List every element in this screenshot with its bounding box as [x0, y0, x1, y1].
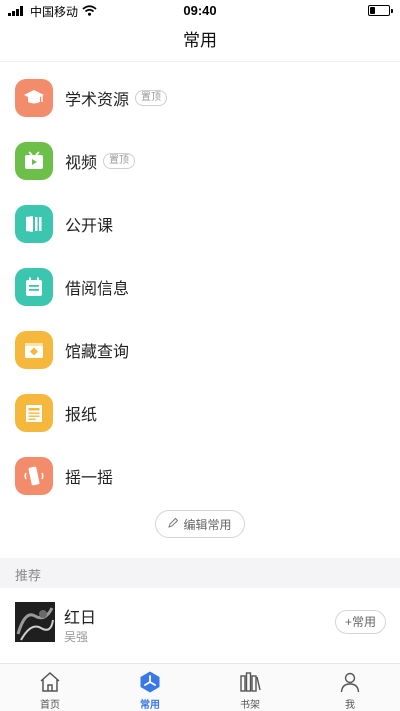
- menu-item-label: 学术资源: [65, 91, 130, 109]
- book-cover-image: [15, 602, 55, 642]
- video-icon: [15, 141, 53, 180]
- menu-item-shake[interactable]: 摇一摇: [0, 444, 400, 507]
- page-title: 常用: [183, 31, 217, 50]
- tab-label: 常用: [140, 700, 160, 711]
- pin-badge: 置顶: [103, 152, 136, 169]
- battery-icon: [368, 5, 393, 16]
- tab-common[interactable]: 常用: [100, 664, 200, 711]
- section-title: 推荐: [15, 568, 42, 583]
- pin-badge: 置顶: [135, 89, 168, 106]
- menu-item-label: 借阅信息: [65, 280, 130, 298]
- status-bar: 中国移动 09:40: [0, 0, 400, 22]
- menu-item-borrow-info[interactable]: 借阅信息: [0, 255, 400, 318]
- section-header-recommend: 推荐: [0, 558, 400, 588]
- menu-item-open-course[interactable]: 公开课: [0, 192, 400, 255]
- menu-item-academic-resources[interactable]: 学术资源 置顶: [0, 66, 400, 129]
- status-time: 09:40: [183, 3, 217, 18]
- tab-label: 书架: [240, 700, 260, 711]
- profile-icon: [337, 669, 363, 694]
- add-to-common-button[interactable]: +常用: [334, 610, 386, 634]
- graduation-cap-icon: [15, 78, 53, 117]
- edit-wrap: 编辑常用: [0, 510, 400, 538]
- tab-bookshelf[interactable]: 书架: [200, 664, 300, 711]
- recommend-item[interactable]: 红日 吴强 +常用: [0, 594, 400, 656]
- common-icon: [137, 669, 163, 694]
- menu-item-label: 公开课: [65, 217, 114, 235]
- nav-bar: 常用: [0, 22, 400, 62]
- tab-home[interactable]: 首页: [0, 664, 100, 711]
- menu-item-newspaper[interactable]: 报纸: [0, 381, 400, 444]
- menu-item-label: 摇一摇: [65, 469, 114, 487]
- edit-common-button[interactable]: 编辑常用: [155, 510, 245, 538]
- open-course-icon: [15, 204, 53, 243]
- book-title: 红日: [64, 610, 97, 627]
- tab-label: 我: [345, 700, 355, 711]
- edit-common-label: 编辑常用: [183, 517, 232, 532]
- shake-phone-icon: [15, 456, 53, 495]
- book-author: 吴强: [64, 630, 89, 644]
- collection-search-icon: [15, 330, 53, 369]
- tab-bar: 首页 常用 书架 我: [0, 663, 400, 711]
- bookshelf-icon: [237, 669, 263, 694]
- newspaper-icon: [15, 393, 53, 432]
- menu-item-video[interactable]: 视频 置顶: [0, 129, 400, 192]
- common-menu-list: 学术资源 置顶 视频 置顶 公开课 借阅信息 馆藏查询 报纸 摇一摇: [0, 66, 400, 507]
- home-icon: [37, 669, 63, 694]
- menu-item-collection-search[interactable]: 馆藏查询: [0, 318, 400, 381]
- calendar-icon: [15, 267, 53, 306]
- pencil-icon: [168, 517, 179, 531]
- menu-item-label: 馆藏查询: [65, 343, 130, 361]
- menu-item-label: 报纸: [65, 406, 98, 424]
- tab-profile[interactable]: 我: [300, 664, 400, 711]
- menu-item-label: 视频: [65, 154, 98, 172]
- tab-label: 首页: [40, 700, 60, 711]
